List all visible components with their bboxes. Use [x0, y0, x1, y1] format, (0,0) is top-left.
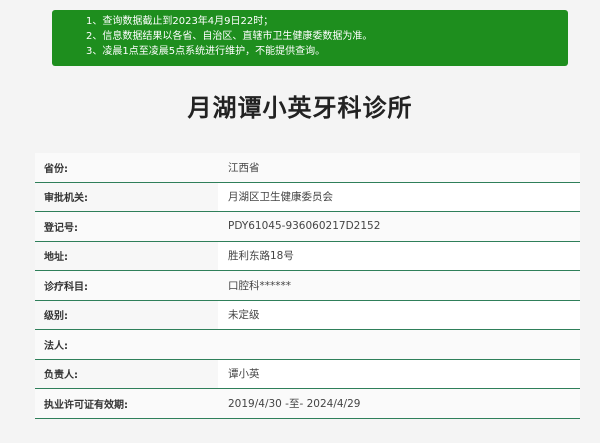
- row-label: 级别:: [35, 300, 218, 329]
- row-label: 地址:: [35, 241, 218, 270]
- table-row: 地址: 胜利东路18号: [35, 241, 580, 271]
- notice-line-3: 3、凌晨1点至凌晨5点系统进行维护，不能提供查询。: [86, 46, 326, 57]
- row-label: 法人:: [35, 330, 218, 359]
- table-row: 法人:: [35, 330, 580, 360]
- row-label: 登记号:: [35, 212, 218, 241]
- table-row: 登记号: PDY61045-936060217D2152: [35, 212, 580, 242]
- row-value: 2019/4/30 -至- 2024/4/29: [218, 389, 580, 418]
- row-value: 月湖区卫生健康委员会: [218, 182, 580, 211]
- row-value: 江西省: [218, 153, 580, 182]
- row-value: 口腔科******: [218, 271, 580, 300]
- table-row: 审批机关: 月湖区卫生健康委员会: [35, 182, 580, 212]
- table-row: 级别: 未定级: [35, 300, 580, 330]
- row-value: 未定级: [218, 300, 580, 329]
- row-value: PDY61045-936060217D2152: [218, 212, 580, 241]
- row-label: 负责人:: [35, 359, 218, 388]
- notice-line-2: 2、信息数据结果以各省、自治区、直辖市卫生健康委数据为准。: [86, 31, 373, 42]
- row-label: 省份:: [35, 153, 218, 182]
- row-label: 执业许可证有效期:: [35, 389, 218, 418]
- row-label: 审批机关:: [35, 182, 218, 211]
- row-value: 胜利东路18号: [218, 241, 580, 270]
- table-row: 执业许可证有效期: 2019/4/30 -至- 2024/4/29: [35, 389, 580, 419]
- row-value: 谭小英: [218, 359, 580, 388]
- table-row: 省份: 江西省: [35, 153, 580, 183]
- table-row: 诊疗科目: 口腔科******: [35, 271, 580, 301]
- page-title: 月湖谭小英牙科诊所: [187, 94, 413, 122]
- notice-line-1: 1、查询数据截止到2023年4月9日22时；: [86, 16, 274, 27]
- row-value: [218, 330, 580, 359]
- notice-banner: 1、查询数据截止到2023年4月9日22时； 2、信息数据结果以各省、自治区、直…: [52, 10, 568, 66]
- info-table: 省份: 江西省 审批机关: 月湖区卫生健康委员会 登记号: PDY61045-9…: [35, 153, 580, 419]
- table-row: 负责人: 谭小英: [35, 359, 580, 389]
- row-label: 诊疗科目:: [35, 271, 218, 300]
